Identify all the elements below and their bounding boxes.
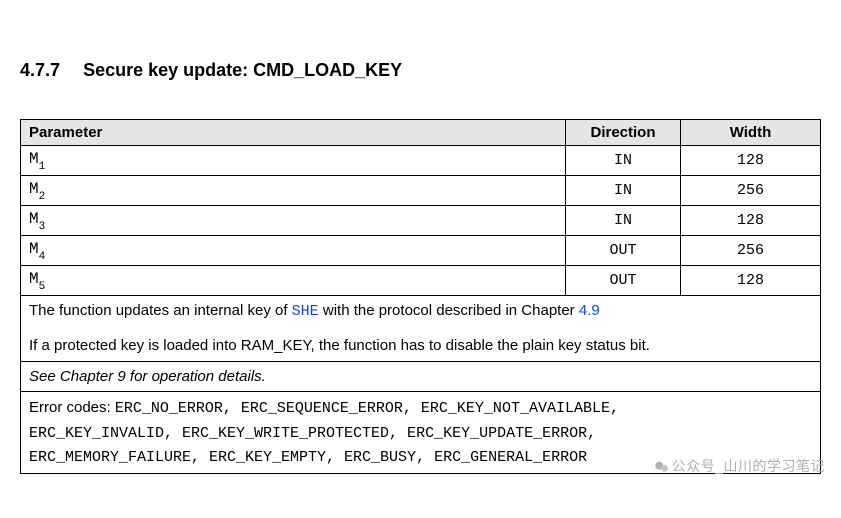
cell-width: 128 xyxy=(681,146,821,176)
cell-direction: OUT xyxy=(566,236,681,266)
cell-direction: IN xyxy=(566,206,681,236)
cell-width: 256 xyxy=(681,176,821,206)
parameter-table: Parameter Direction Width M1 IN 128 M2 I… xyxy=(20,119,821,474)
error-codes-cell: Error codes: ERC_NO_ERROR, ERC_SEQUENCE_… xyxy=(21,392,821,474)
chapter-ref-link[interactable]: 4.9 xyxy=(579,302,600,319)
cell-width: 128 xyxy=(681,266,821,296)
description-cell: The function updates an internal key of … xyxy=(21,296,821,362)
col-header-direction: Direction xyxy=(566,120,681,146)
cell-width: 128 xyxy=(681,206,821,236)
table-row: M1 IN 128 xyxy=(21,146,821,176)
error-codes-list-3: ERC_MEMORY_FAILURE, ERC_KEY_EMPTY, ERC_B… xyxy=(29,449,587,466)
table-header-row: Parameter Direction Width xyxy=(21,120,821,146)
section-title: Secure key update: CMD_LOAD_KEY xyxy=(83,60,402,80)
see-chapter-row: See Chapter 9 for operation details. xyxy=(21,361,821,392)
table-row: M5 OUT 128 xyxy=(21,266,821,296)
desc-ramkey: If a protected key is loaded into RAM_KE… xyxy=(29,337,650,354)
desc-pre: The function updates an internal key of xyxy=(29,302,292,319)
cell-direction: OUT xyxy=(566,266,681,296)
table-row: M4 OUT 256 xyxy=(21,236,821,266)
table-row: M2 IN 256 xyxy=(21,176,821,206)
section-heading: 4.7.7 Secure key update: CMD_LOAD_KEY xyxy=(20,60,821,81)
error-codes-row: Error codes: ERC_NO_ERROR, ERC_SEQUENCE_… xyxy=(21,392,821,474)
she-ref: SHE xyxy=(292,303,319,320)
table-row: M3 IN 128 xyxy=(21,206,821,236)
cell-width: 256 xyxy=(681,236,821,266)
document-page: 4.7.7 Secure key update: CMD_LOAD_KEY Pa… xyxy=(0,0,841,518)
description-row: The function updates an internal key of … xyxy=(21,296,821,362)
cell-param: M5 xyxy=(21,266,566,296)
cell-param: M1 xyxy=(21,146,566,176)
cell-direction: IN xyxy=(566,176,681,206)
section-number: 4.7.7 xyxy=(20,60,60,81)
cell-direction: IN xyxy=(566,146,681,176)
cell-param: M4 xyxy=(21,236,566,266)
cell-param: M3 xyxy=(21,206,566,236)
error-codes-label: Error codes: xyxy=(29,399,115,416)
col-header-parameter: Parameter xyxy=(21,120,566,146)
cell-param: M2 xyxy=(21,176,566,206)
error-codes-list-2: ERC_KEY_INVALID, ERC_KEY_WRITE_PROTECTED… xyxy=(29,425,596,442)
desc-mid: with the protocol described in Chapter xyxy=(319,302,579,319)
see-chapter-cell: See Chapter 9 for operation details. xyxy=(21,361,821,392)
error-codes-list-1: ERC_NO_ERROR, ERC_SEQUENCE_ERROR, ERC_KE… xyxy=(115,400,619,417)
col-header-width: Width xyxy=(681,120,821,146)
